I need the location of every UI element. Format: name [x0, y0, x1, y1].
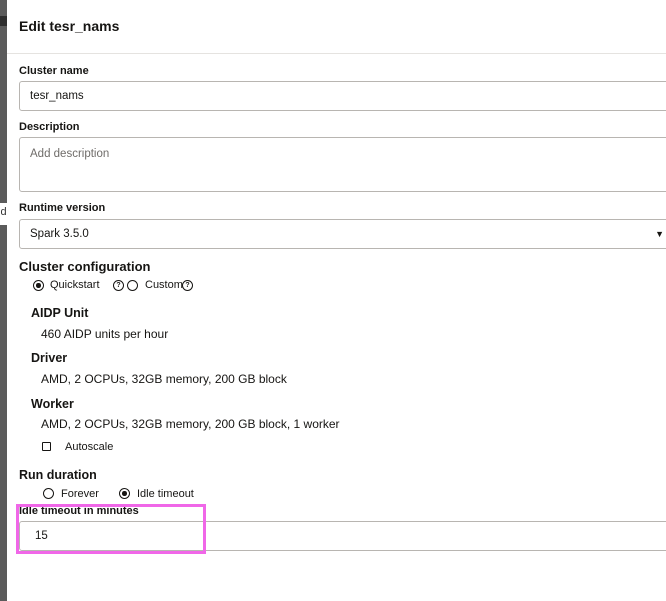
autoscale-label[interactable]: Autoscale — [65, 441, 113, 453]
runtime-version-select[interactable]: Spark 3.5.0 ▼ — [19, 219, 666, 249]
run-duration-heading: Run duration — [19, 468, 97, 482]
quickstart-help-icon[interactable]: ? — [113, 280, 124, 291]
quickstart-radio[interactable] — [33, 280, 44, 291]
chevron-down-icon: ▼ — [655, 229, 664, 239]
driver-value: AMD, 2 OCPUs, 32GB memory, 200 GB block — [41, 372, 287, 386]
aidp-unit-value: 460 AIDP units per hour — [41, 327, 169, 341]
autoscale-checkbox[interactable] — [42, 442, 51, 451]
idle-timeout-radio[interactable] — [119, 488, 130, 499]
runtime-version-label: Runtime version — [19, 202, 106, 214]
cluster-name-input[interactable]: tesr_nams — [19, 81, 666, 111]
quickstart-label[interactable]: Quickstart — [50, 279, 100, 291]
cluster-name-value: tesr_nams — [30, 90, 84, 102]
idle-timeout-radio-label[interactable]: Idle timeout — [137, 488, 194, 500]
background-bar — [0, 16, 7, 26]
cluster-name-label: Cluster name — [19, 65, 89, 77]
background-page-strip — [0, 0, 7, 601]
panel-title: Edit tesr_nams — [19, 18, 120, 34]
worker-heading: Worker — [31, 397, 74, 411]
description-textarea[interactable]: Add description — [19, 137, 666, 192]
aidp-unit-heading: AIDP Unit — [31, 306, 89, 320]
driver-heading: Driver — [31, 351, 68, 365]
background-cell — [0, 203, 7, 225]
highlight-annotation — [16, 504, 206, 554]
panel-header: Edit tesr_nams — [7, 0, 666, 54]
custom-label[interactable]: Custom — [145, 279, 183, 291]
worker-value: AMD, 2 OCPUs, 32GB memory, 200 GB block,… — [41, 417, 340, 431]
forever-radio[interactable] — [43, 488, 54, 499]
runtime-version-value: Spark 3.5.0 — [30, 228, 89, 240]
description-placeholder: Add description — [30, 148, 110, 160]
cluster-configuration-heading: Cluster configuration — [19, 259, 151, 274]
custom-help-icon[interactable]: ? — [182, 280, 193, 291]
custom-radio[interactable] — [127, 280, 138, 291]
forever-label[interactable]: Forever — [61, 488, 99, 500]
description-label: Description — [19, 121, 80, 133]
